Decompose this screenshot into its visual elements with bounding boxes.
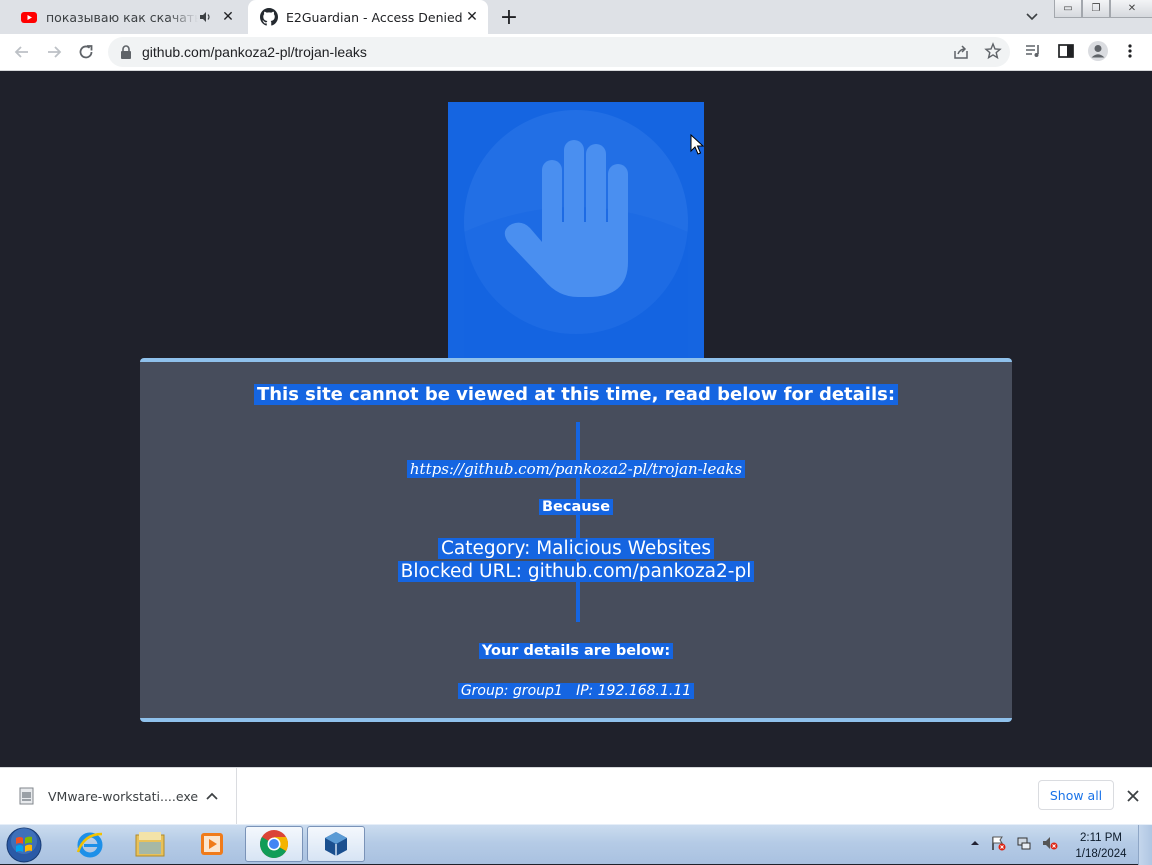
restore-button[interactable]: ❐ bbox=[1082, 0, 1110, 18]
show-hidden-icons-icon[interactable] bbox=[970, 838, 980, 848]
system-tray bbox=[970, 835, 1058, 851]
network-icon[interactable] bbox=[1016, 835, 1032, 851]
blocked-url-text: Blocked URL: github.com/pankoza2-pl bbox=[397, 561, 755, 582]
category-text: Category: Malicious Websites bbox=[437, 538, 715, 559]
mouse-cursor-icon bbox=[690, 134, 704, 155]
download-filename: VMware-workstati....exe bbox=[48, 789, 199, 804]
tab-e2guardian[interactable]: E2Guardian - Access Denied ✕ bbox=[248, 0, 488, 34]
taskbar-clock[interactable]: 2:11 PM 1/18/2024 bbox=[1066, 830, 1136, 862]
arrow-left-icon bbox=[14, 46, 28, 58]
taskbar-media-player[interactable] bbox=[183, 826, 241, 862]
action-center-flag-icon[interactable] bbox=[990, 835, 1006, 851]
blocked-message-panel: This site cannot be viewed at this time,… bbox=[140, 358, 1012, 722]
virtualbox-icon bbox=[325, 832, 347, 856]
profile-avatar-icon[interactable] bbox=[1087, 40, 1109, 62]
tab-youtube[interactable]: показываю как скачать вир ✕ bbox=[8, 0, 244, 34]
stop-hand-icon bbox=[464, 110, 688, 360]
taskbar-file-explorer[interactable] bbox=[121, 826, 179, 862]
speaker-icon[interactable] bbox=[198, 10, 212, 24]
tab-strip: показываю как скачать вир ✕ E2Guardian -… bbox=[0, 0, 1152, 34]
download-item[interactable]: VMware-workstati....exe bbox=[0, 768, 237, 824]
lock-icon[interactable] bbox=[120, 45, 132, 59]
url-text[interactable]: github.com/pankoza2-pl/trojan-leaks bbox=[142, 44, 367, 60]
close-tab-button[interactable]: ✕ bbox=[462, 7, 482, 27]
installer-file-icon bbox=[19, 787, 34, 805]
tab-title: E2Guardian - Access Denied bbox=[286, 9, 462, 25]
tab-search-chevron-icon[interactable] bbox=[1022, 8, 1042, 26]
windows-taskbar: 2:11 PM 1/18/2024 bbox=[0, 824, 1152, 865]
window-controls: ▭ ❐ ✕ bbox=[1054, 0, 1152, 18]
bookmark-star-icon[interactable] bbox=[984, 42, 1002, 60]
side-panel-icon[interactable] bbox=[1057, 42, 1075, 60]
internet-explorer-icon bbox=[76, 832, 103, 858]
media-control-icon[interactable] bbox=[1024, 42, 1042, 60]
arrow-right-icon bbox=[48, 46, 62, 58]
download-shelf: VMware-workstati....exe Show all bbox=[0, 767, 1152, 824]
selection-bar bbox=[576, 422, 580, 622]
taskbar-virtualbox[interactable] bbox=[307, 826, 365, 862]
clock-date: 1/18/2024 bbox=[1075, 848, 1127, 860]
details-heading: Your details are below: bbox=[478, 643, 674, 659]
reload-button[interactable] bbox=[74, 40, 98, 64]
start-orb-icon[interactable] bbox=[4, 826, 44, 864]
tab-title: показываю как скачать вир bbox=[46, 9, 198, 25]
chrome-icon bbox=[260, 830, 288, 858]
share-icon[interactable] bbox=[952, 43, 970, 61]
reload-icon bbox=[79, 45, 93, 59]
taskbar-internet-explorer[interactable] bbox=[61, 826, 119, 862]
access-denied-image bbox=[448, 102, 704, 360]
blocked-link[interactable]: https://github.com/pankoza2-pl/trojan-le… bbox=[406, 460, 746, 478]
blocked-heading: This site cannot be viewed at this time,… bbox=[253, 384, 899, 405]
youtube-icon bbox=[21, 12, 37, 23]
media-player-icon bbox=[201, 833, 223, 855]
clock-time: 2:11 PM bbox=[1080, 832, 1122, 844]
github-icon bbox=[260, 8, 278, 26]
close-tab-button[interactable]: ✕ bbox=[218, 7, 238, 27]
kebab-menu-icon[interactable] bbox=[1124, 42, 1136, 60]
group-ip-details: Group: group1 IP: 192.168.1.11 bbox=[457, 683, 695, 699]
browser-toolbar: github.com/pankoza2-pl/trojan-leaks bbox=[0, 34, 1152, 71]
show-all-downloads-button[interactable]: Show all bbox=[1038, 780, 1114, 810]
volume-muted-icon[interactable] bbox=[1042, 835, 1058, 851]
close-download-shelf-icon[interactable] bbox=[1125, 788, 1141, 804]
new-tab-button[interactable]: + bbox=[498, 5, 520, 30]
page-content: This site cannot be viewed at this time,… bbox=[0, 71, 1152, 767]
back-button[interactable] bbox=[10, 40, 34, 64]
address-bar[interactable]: github.com/pankoza2-pl/trojan-leaks bbox=[108, 37, 1010, 67]
because-label: Because bbox=[538, 499, 614, 515]
window-close-button[interactable]: ✕ bbox=[1110, 0, 1152, 18]
minimize-button[interactable]: ▭ bbox=[1054, 0, 1082, 18]
taskbar-chrome[interactable] bbox=[245, 826, 303, 862]
folder-icon bbox=[135, 832, 165, 857]
show-desktop-button[interactable] bbox=[1138, 825, 1152, 865]
forward-button[interactable] bbox=[42, 40, 66, 64]
chevron-up-icon[interactable] bbox=[205, 790, 219, 802]
